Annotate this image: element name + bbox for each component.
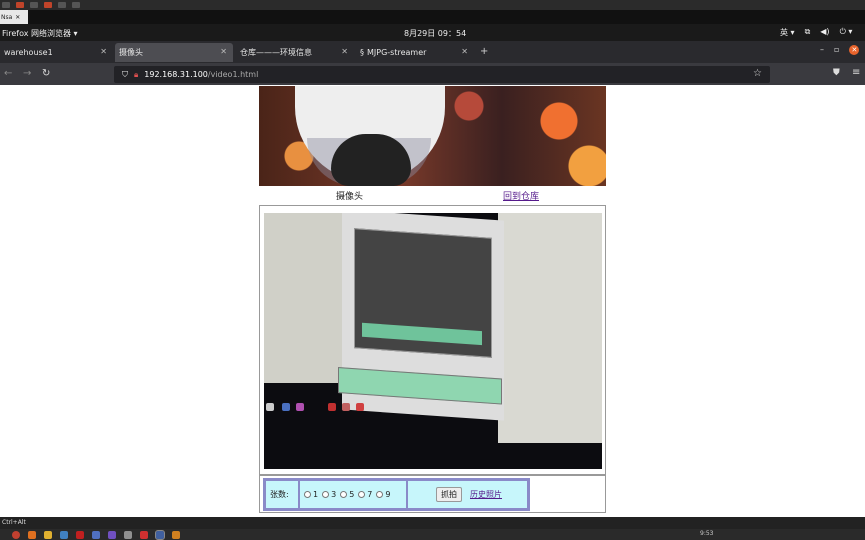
taskbar-app-icon[interactable] [44, 530, 52, 539]
taskbar-app-icon[interactable] [124, 530, 132, 539]
count-option-label: 3 [331, 490, 337, 499]
close-icon[interactable]: ✕ [15, 14, 20, 21]
count-option-label: 9 [385, 490, 391, 499]
ctrl-alt-label: Ctrl+Alt [2, 519, 26, 526]
taskbar-app-icon[interactable] [60, 530, 68, 539]
taskbar-app-icon[interactable] [108, 530, 116, 539]
taskbar-tray: 9:53 [700, 530, 713, 537]
stream-taskbar-icon [342, 403, 350, 411]
stream-taskbar-icon [328, 403, 336, 411]
back-arrow-icon[interactable]: ← [4, 68, 12, 79]
capture-control-form: 张数: 1 3 5 7 9 抓拍 历史照片 [259, 475, 606, 513]
forward-arrow-icon[interactable]: → [23, 68, 31, 79]
host-tool-icon[interactable] [44, 2, 52, 8]
host-tool-icon[interactable] [16, 2, 24, 8]
tab-label: warehouse1 [4, 48, 53, 57]
count-label-cell: 张数: [265, 480, 299, 509]
lock-icon[interactable]: 🔒︎ [134, 70, 138, 80]
minimize-button[interactable]: – [820, 45, 824, 55]
count-option-label: 7 [367, 490, 373, 499]
close-icon[interactable]: ✕ [100, 47, 107, 56]
taskbar-app-icon[interactable] [155, 529, 165, 540]
host-tool-icon[interactable] [72, 2, 80, 8]
tray-time[interactable]: 9:53 [700, 530, 713, 537]
app-menu[interactable]: Firefox 网络浏览器 ▾ [2, 28, 78, 39]
clock[interactable]: 8月29日 09：54 [404, 28, 466, 39]
close-icon[interactable]: ✕ [461, 47, 468, 56]
reload-icon[interactable]: ↻ [42, 68, 50, 79]
host-tab[interactable]: Nsa ✕ [0, 10, 28, 24]
history-photos-link[interactable]: 历史照片 [470, 489, 502, 500]
stream-monitor-form [338, 367, 502, 405]
taskbar-app-icon[interactable] [172, 530, 180, 539]
stream-monitor [338, 213, 504, 421]
tab-label: MJPG-streamer [367, 48, 427, 57]
stream-taskbar-icon [266, 403, 274, 411]
camera-banner-image [259, 86, 606, 186]
host-tool-icon[interactable] [58, 2, 66, 8]
host-tab-label: Nsa [1, 13, 13, 21]
close-icon[interactable]: ✕ [220, 47, 227, 56]
page-title: 摄像头 [336, 192, 364, 202]
start-icon[interactable] [12, 530, 20, 539]
camera-lens [331, 134, 411, 186]
window-controls: – ▫ ✕ [820, 45, 860, 55]
host-status-bar: Ctrl+Alt [0, 517, 865, 529]
host-tabstrip [0, 10, 865, 24]
url-path: /video1.html [207, 70, 259, 79]
tab-label: 仓库———环境信息 [240, 48, 312, 57]
pocket-icon[interactable]: ⛊ [833, 68, 840, 78]
tab-warehouse1[interactable]: warehouse1 ✕ [0, 43, 113, 62]
close-icon[interactable]: ✕ [341, 47, 348, 56]
input-language[interactable]: 英 ▾ [780, 27, 795, 38]
stream-wall-left [264, 213, 354, 383]
taskbar-app-icon[interactable] [76, 530, 84, 539]
url-host: 192.168.31.100 [144, 70, 208, 79]
count-radio-5[interactable] [340, 491, 348, 498]
count-radio-7[interactable] [358, 491, 366, 498]
host-tool-icon[interactable] [2, 2, 10, 8]
stream-taskbar-icon [296, 403, 304, 411]
taskbar-app-icon[interactable] [92, 530, 100, 539]
power-icon[interactable]: ⏻ ▾ [840, 27, 853, 38]
count-label: 张数: [270, 490, 289, 499]
url-bar[interactable]: ⛉ 🔒︎ 192.168.31.100/video1.html [114, 66, 770, 83]
host-taskbar [0, 529, 865, 540]
host-toolbar [0, 0, 865, 10]
shield-icon[interactable]: ⛉ [122, 70, 128, 80]
new-tab-button[interactable]: + [480, 46, 488, 57]
video-stream-frame [259, 205, 606, 475]
taskbar-app-icon[interactable] [28, 530, 36, 539]
tab-camera[interactable]: 摄像头 ✕ [115, 43, 233, 62]
capture-button[interactable]: 抓拍 [436, 487, 462, 502]
camera-stream-image [264, 213, 602, 469]
bookmark-star-icon[interactable]: ☆ [753, 68, 762, 79]
taskbar-app-icon[interactable] [140, 530, 148, 539]
close-window-button[interactable]: ✕ [849, 45, 860, 55]
streamer-icon: § [360, 48, 364, 57]
host-tool-icon[interactable] [30, 2, 38, 8]
capture-control-table: 张数: 1 3 5 7 9 抓拍 历史照片 [263, 478, 530, 511]
system-tray[interactable]: 英 ▾ ⧉ ◀) ⏻ ▾ [780, 27, 852, 38]
tab-label: 摄像头 [119, 48, 143, 57]
tab-environment[interactable]: 仓库———环境信息 ✕ [236, 43, 354, 62]
network-icon[interactable]: ⧉ [805, 27, 811, 38]
tab-mjpg-streamer[interactable]: § MJPG-streamer ✕ [356, 43, 474, 62]
count-radio-3[interactable] [322, 491, 330, 498]
count-radio-1[interactable] [304, 491, 311, 498]
hamburger-menu-icon[interactable]: ≡ [852, 67, 860, 78]
count-option-label: 5 [349, 490, 355, 499]
stream-taskbar-icon [356, 403, 364, 411]
count-radio-9[interactable] [376, 491, 384, 498]
count-option-label: 1 [313, 490, 319, 499]
actions-cell: 抓拍 历史照片 [407, 480, 528, 509]
back-to-warehouse-link[interactable]: 回到仓库 [503, 189, 539, 202]
stream-wall-right [498, 213, 602, 443]
stream-taskbar-icon [282, 403, 290, 411]
count-options-cell: 1 3 5 7 9 [299, 480, 407, 509]
maximize-button[interactable]: ▫ [834, 45, 839, 55]
gnome-top-bar: Firefox 网络浏览器 ▾ 8月29日 09：54 英 ▾ ⧉ ◀) ⏻ ▾ [0, 24, 865, 41]
volume-icon[interactable]: ◀) [820, 27, 829, 38]
